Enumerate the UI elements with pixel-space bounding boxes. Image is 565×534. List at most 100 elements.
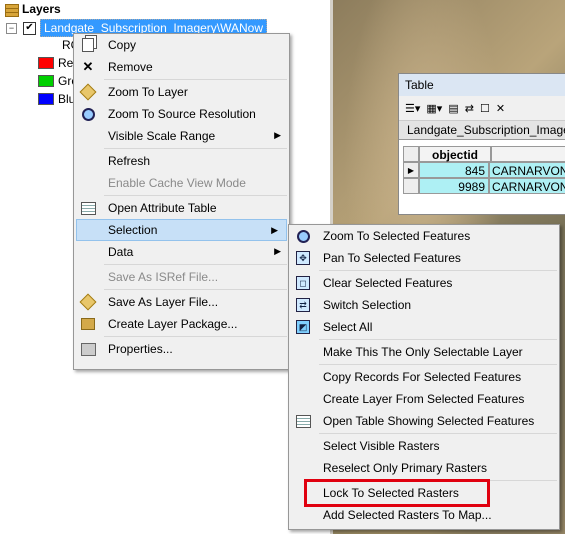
menu-item-copy[interactable]: Copy	[74, 34, 289, 56]
menu-item-create-layer-from-selected[interactable]: Create Layer From Selected Features	[289, 388, 559, 410]
menu-label: Zoom To Selected Features	[323, 229, 471, 243]
menu-label: Switch Selection	[323, 298, 412, 312]
package-icon	[80, 316, 96, 332]
switch-selection-icon: ⇄	[295, 297, 311, 313]
layer-context-menu: Copy ✕ Remove Zoom To Layer Zoom To Sour…	[73, 33, 290, 370]
attribute-table-window[interactable]: Table ☰▾ ▦▾ ▤ ⇄ ☐ ✕ Landgate_Subscriptio…	[398, 73, 565, 215]
menu-label: Refresh	[108, 154, 151, 168]
menu-label: Clear Selected Features	[323, 276, 453, 290]
menu-label: Visible Scale Range	[108, 129, 216, 143]
menu-item-refresh[interactable]: Refresh	[74, 150, 289, 172]
menu-item-data[interactable]: Data ▶	[74, 241, 289, 263]
cell-name[interactable]: CARNARVON_	[489, 162, 565, 178]
table-icon	[295, 413, 311, 429]
menu-item-zoom-to-layer[interactable]: Zoom To Layer	[74, 81, 289, 103]
submenu-arrow-icon: ▶	[271, 225, 278, 235]
menu-separator	[104, 264, 287, 265]
menu-item-select-visible-rasters[interactable]: Select Visible Rasters	[289, 435, 559, 457]
cell-name[interactable]: CARNARVON_	[489, 178, 565, 194]
attribute-grid: objectid ▶ 845 CARNARVON_ 9989 CARNARVON…	[403, 146, 565, 194]
menu-item-zoom-source[interactable]: Zoom To Source Resolution	[74, 103, 289, 125]
clear-selection-icon[interactable]: ☐	[480, 102, 490, 115]
menu-label: Remove	[108, 60, 153, 74]
layers-icon	[4, 3, 19, 17]
zoom-source-icon	[80, 106, 96, 122]
menu-label: Make This The Only Selectable Layer	[323, 345, 523, 359]
table-row[interactable]: 9989 CARNARVON_	[403, 178, 565, 194]
menu-item-remove[interactable]: ✕ Remove	[74, 56, 289, 78]
menu-item-switch-selection[interactable]: ⇄ Switch Selection	[289, 294, 559, 316]
menu-label: Open Table Showing Selected Features	[323, 414, 535, 428]
cell-objectid[interactable]: 9989	[419, 178, 489, 194]
copy-icon	[80, 37, 96, 53]
menu-label: Enable Cache View Mode	[108, 176, 246, 190]
cell-objectid[interactable]: 845	[419, 162, 489, 178]
table-window-title: Table	[399, 74, 565, 96]
table-icon	[80, 200, 96, 216]
menu-separator	[104, 79, 287, 80]
menu-item-only-selectable[interactable]: Make This The Only Selectable Layer	[289, 341, 559, 363]
menu-item-properties[interactable]: Properties...	[74, 338, 289, 360]
column-header-objectid[interactable]: objectid	[419, 146, 491, 162]
menu-label: Select Visible Rasters	[323, 439, 440, 453]
menu-separator	[319, 270, 557, 271]
menu-item-open-attribute-table[interactable]: Open Attribute Table	[74, 197, 289, 219]
menu-separator	[319, 339, 557, 340]
callout-highlight-box	[304, 479, 490, 507]
column-header-name[interactable]	[491, 146, 565, 162]
menu-label: Select All	[323, 320, 373, 334]
menu-item-selection[interactable]: Selection ▶	[76, 219, 287, 241]
menu-item-save-layer-file[interactable]: Save As Layer File...	[74, 291, 289, 313]
menu-label: Save As Layer File...	[108, 295, 219, 309]
layer-file-icon	[79, 293, 97, 311]
table-tab[interactable]: Landgate_Subscription_Imagery	[399, 121, 565, 140]
menu-item-reselect-primary-rasters[interactable]: Reselect Only Primary Rasters	[289, 457, 559, 479]
row-selector[interactable]	[403, 178, 419, 194]
collapse-icon[interactable]: −	[6, 22, 17, 34]
grid-header-row: objectid	[403, 146, 565, 162]
related-tables-icon[interactable]: ▦▾	[426, 102, 442, 115]
delete-selected-icon[interactable]: ✕	[496, 102, 505, 115]
menu-label: Copy Records For Selected Features	[323, 370, 522, 384]
toc-header: Layers	[4, 1, 61, 17]
row-pointer-icon[interactable]: ▶	[403, 162, 419, 178]
menu-label: Zoom To Layer	[108, 85, 188, 99]
submenu-arrow-icon: ▶	[274, 246, 281, 256]
clear-selection-icon: ◻	[295, 275, 311, 291]
menu-label: Save As ISRef File...	[108, 270, 219, 284]
menu-item-visible-scale-range[interactable]: Visible Scale Range ▶	[74, 125, 289, 147]
menu-label: Data	[108, 245, 134, 259]
layer-visibility-checkbox[interactable]: ✔	[23, 21, 36, 35]
switch-selection-icon[interactable]: ⇄	[465, 102, 474, 115]
remove-icon: ✕	[82, 59, 94, 74]
red-swatch	[38, 57, 54, 69]
menu-label: Selection	[108, 223, 158, 237]
menu-label: Open Attribute Table	[108, 201, 217, 215]
menu-separator	[319, 364, 557, 365]
menu-label: Create Layer Package...	[108, 317, 238, 331]
menu-item-pan-to-selected[interactable]: ✥ Pan To Selected Features	[289, 247, 559, 269]
select-by-attributes-icon[interactable]: ▤	[448, 102, 458, 115]
menu-item-copy-records[interactable]: Copy Records For Selected Features	[289, 366, 559, 388]
green-swatch	[38, 75, 54, 87]
menu-label: Create Layer From Selected Features	[323, 392, 525, 406]
menu-item-save-isref: Save As ISRef File...	[74, 266, 289, 288]
menu-item-add-selected-rasters[interactable]: Add Selected Rasters To Map...	[289, 504, 559, 526]
menu-label: Zoom To Source Resolution	[108, 107, 256, 121]
table-row[interactable]: ▶ 845 CARNARVON_	[403, 162, 565, 178]
row-selector-header[interactable]	[403, 146, 419, 162]
table-options-icon[interactable]: ☰▾	[405, 102, 420, 115]
submenu-arrow-icon: ▶	[274, 130, 281, 140]
select-all-icon: ◩	[295, 319, 311, 335]
menu-label: Pan To Selected Features	[323, 251, 461, 265]
menu-item-create-layer-package[interactable]: Create Layer Package...	[74, 313, 289, 335]
menu-item-zoom-to-selected[interactable]: Zoom To Selected Features	[289, 225, 559, 247]
menu-separator	[104, 195, 287, 196]
menu-separator	[104, 336, 287, 337]
menu-separator	[104, 289, 287, 290]
menu-item-open-table-selected[interactable]: Open Table Showing Selected Features	[289, 410, 559, 432]
menu-item-enable-cache: Enable Cache View Mode	[74, 172, 289, 194]
menu-item-clear-selected[interactable]: ◻ Clear Selected Features	[289, 272, 559, 294]
menu-item-select-all[interactable]: ◩ Select All	[289, 316, 559, 338]
pan-selected-icon: ✥	[295, 250, 311, 266]
